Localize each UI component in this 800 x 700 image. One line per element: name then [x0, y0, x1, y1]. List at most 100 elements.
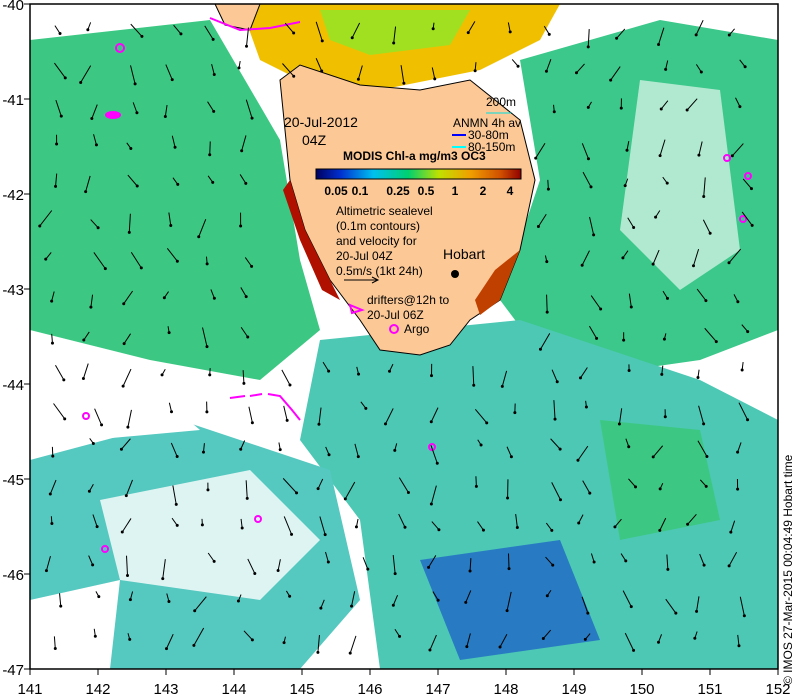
- altimetry-line: 0.5m/s (1kt 24h): [336, 264, 423, 278]
- velocity-arrowhead: [623, 184, 627, 188]
- lon-tick-label: 141: [17, 681, 42, 698]
- velocity-arrowhead: [285, 418, 289, 422]
- velocity-arrowhead: [393, 572, 397, 576]
- velocity-arrowhead: [586, 157, 590, 161]
- velocity-arrowhead: [658, 528, 662, 532]
- velocity-arrowhead: [558, 498, 562, 502]
- velocity-arrowhead: [509, 455, 513, 459]
- velocity-arrow: [507, 553, 510, 569]
- lon-tick-label: 148: [493, 681, 518, 698]
- velocity-arrowhead: [742, 614, 746, 618]
- velocity-arrowhead: [736, 487, 740, 491]
- velocity-arrowhead: [464, 600, 468, 604]
- velocity-arrowhead: [193, 609, 197, 613]
- velocity-arrowhead: [126, 574, 130, 578]
- velocity-arrowhead: [466, 31, 470, 35]
- velocity-arrowhead: [135, 184, 139, 188]
- velocity-arrowhead: [746, 330, 750, 334]
- velocity-arrowhead: [282, 641, 286, 645]
- velocity-arrow: [546, 294, 548, 313]
- velocity-arrowhead: [588, 491, 592, 495]
- velocity-arrowhead: [619, 106, 623, 110]
- velocity-arrowhead: [212, 559, 216, 563]
- velocity-arrowhead: [163, 114, 167, 118]
- colorbar-label: 0.25: [386, 184, 410, 198]
- velocity-arrowhead: [702, 563, 706, 567]
- lon-tick-label: 142: [85, 681, 110, 698]
- velocity-arrowhead: [350, 604, 354, 608]
- drifters-line: 20-Jul 06Z: [367, 308, 424, 322]
- velocity-arrowhead: [366, 567, 370, 571]
- velocity-arrowhead: [236, 599, 240, 603]
- velocity-arrowhead: [393, 448, 397, 452]
- longitude-ticks: 141 142 143 144 145 146 147 148 149 150 151 152: [17, 669, 791, 698]
- velocity-arrowhead: [704, 484, 708, 488]
- velocity-arrowhead: [316, 487, 320, 491]
- velocity-arrowhead: [54, 184, 58, 188]
- velocity-arrowhead: [428, 648, 432, 652]
- velocity-arrowhead: [94, 143, 98, 147]
- altimetry-line: 20-Jul 04Z: [336, 249, 393, 263]
- velocity-arrowhead: [750, 223, 754, 227]
- velocity-arrowhead: [53, 647, 57, 651]
- velocity-arrowhead: [544, 69, 548, 73]
- velocity-arrowhead: [550, 528, 554, 532]
- velocity-arrowhead: [103, 267, 107, 271]
- velocity-arrowhead: [208, 373, 212, 377]
- velocity-arrowhead: [50, 521, 54, 525]
- velocity-arrowhead: [534, 156, 538, 160]
- velocity-arrowhead: [665, 181, 669, 185]
- lat-tick-label: -40: [2, 0, 24, 14]
- velocity-arrowhead: [674, 611, 678, 615]
- depth-scale-label: 200m: [486, 95, 516, 109]
- velocity-arrowhead: [350, 36, 354, 40]
- velocity-arrowhead: [624, 559, 628, 563]
- velocity-arrowhead: [169, 224, 173, 228]
- velocity-arrowhead: [48, 492, 52, 496]
- velocity-arrowhead: [704, 299, 708, 303]
- velocity-arrowhead: [398, 634, 402, 638]
- velocity-arrowhead: [552, 110, 556, 114]
- velocity-arrowhead: [749, 187, 753, 191]
- velocity-arrowhead: [175, 455, 179, 459]
- colorbar-label: 0.1: [352, 184, 369, 198]
- chlorophyll-map: 141 142 143 144 145 146 147 148 149 150 151 152 -40…: [2, 0, 795, 698]
- velocity-arrowhead: [391, 603, 395, 607]
- velocity-arrowhead: [124, 494, 128, 498]
- velocity-arrowhead: [736, 300, 740, 304]
- velocity-arrowhead: [95, 525, 99, 529]
- velocity-arrowhead: [664, 67, 668, 71]
- velocity-arrowhead: [427, 565, 431, 569]
- velocity-arrowhead: [685, 108, 689, 112]
- velocity-arrowhead: [429, 420, 433, 424]
- velocity-arrowhead: [622, 338, 626, 342]
- velocity-arrowhead: [506, 496, 510, 500]
- velocity-arrowhead: [162, 296, 166, 300]
- velocity-arrowhead: [205, 262, 209, 266]
- velocity-arrowhead: [541, 636, 545, 640]
- velocity-arrowhead: [609, 78, 613, 82]
- velocity-arrowhead: [323, 533, 327, 537]
- velocity-arrowhead: [659, 107, 663, 111]
- velocity-arrowhead: [406, 490, 410, 494]
- velocity-arrowhead: [498, 645, 502, 649]
- velocity-arrowhead: [160, 373, 164, 377]
- velocity-arrowhead: [507, 567, 511, 571]
- velocity-arrowhead: [140, 34, 144, 38]
- date-label: 20-Jul-2012: [284, 114, 358, 130]
- velocity-arrowhead: [431, 27, 435, 31]
- velocity-arrowhead: [654, 215, 658, 219]
- drifter-cluster: [105, 111, 121, 119]
- velocity-arrowhead: [200, 523, 204, 527]
- velocity-arrowhead: [583, 637, 587, 641]
- velocity-arrowhead: [392, 41, 396, 45]
- velocity-arrowhead: [317, 422, 321, 426]
- velocity-arrowhead: [576, 458, 580, 462]
- velocity-arrowhead: [436, 598, 440, 602]
- velocity-arrowhead: [589, 185, 593, 189]
- velocity-arrowhead: [356, 455, 360, 459]
- velocity-arrowhead: [613, 525, 617, 529]
- velocity-arrowhead: [435, 461, 439, 465]
- velocity-arrowhead: [320, 39, 324, 43]
- altimetry-line: and velocity for: [336, 234, 417, 248]
